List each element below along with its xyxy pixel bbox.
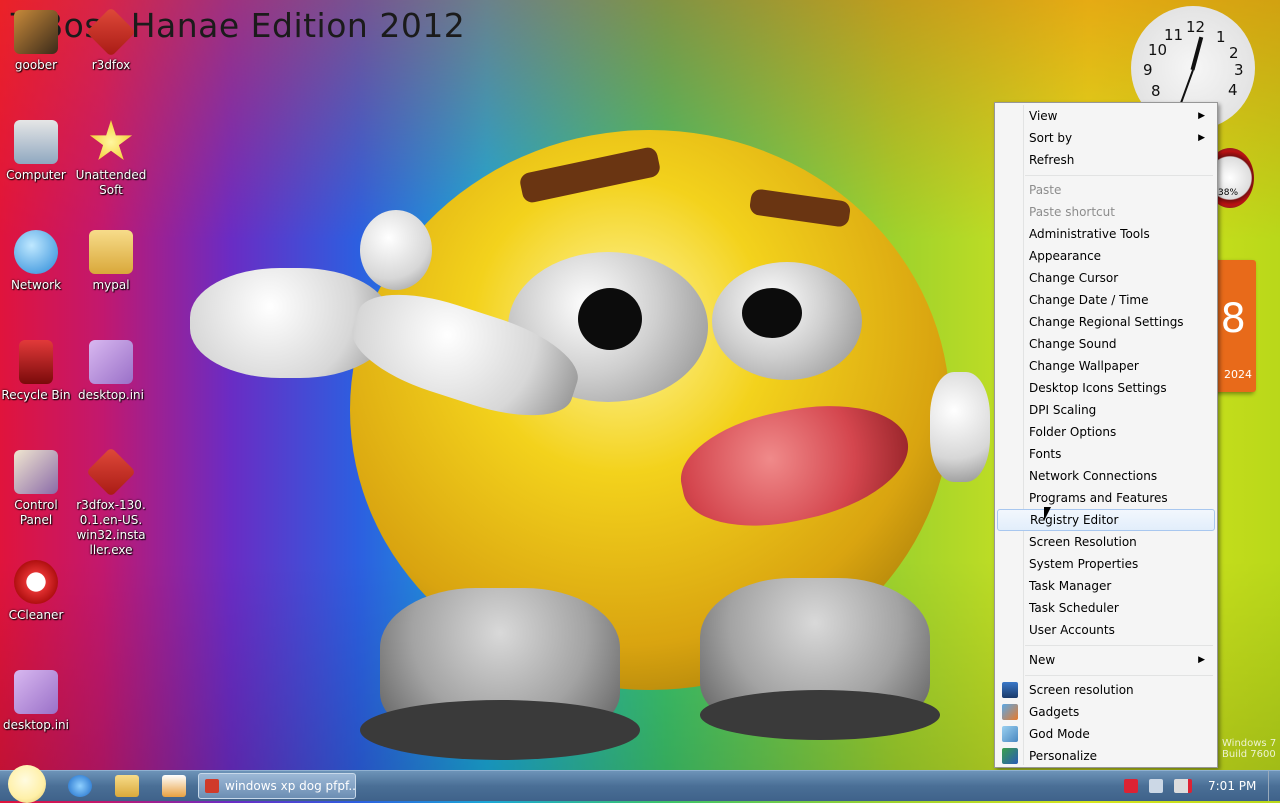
- network-globe-icon: [14, 230, 58, 274]
- control-panel-icon: [1002, 726, 1018, 742]
- submenu-arrow-icon: ▶: [1198, 133, 1205, 143]
- menu-item-sort-by[interactable]: Sort by ▶: [997, 127, 1215, 149]
- menu-item-change-date-time[interactable]: Change Date / Time: [997, 289, 1215, 311]
- taskbar-button-browser[interactable]: windows xp dog pfpf...: [198, 773, 356, 799]
- menu-item-change-wallpaper[interactable]: Change Wallpaper: [997, 355, 1215, 377]
- menu-item-new[interactable]: New ▶: [997, 649, 1215, 671]
- menu-separator: [1025, 645, 1213, 646]
- emoji-right-pupil: [742, 288, 802, 338]
- r3dfox-icon: [205, 779, 219, 793]
- network-status-icon[interactable]: [1149, 779, 1163, 793]
- menu-item-paste-shortcut[interactable]: Paste shortcut: [997, 201, 1215, 223]
- desktop-icon-goober[interactable]: goober: [0, 10, 72, 73]
- explorer-folder-icon[interactable]: [115, 775, 139, 797]
- computer-icon: [14, 120, 58, 164]
- desktop-icon-control-panel[interactable]: Control Panel: [0, 450, 72, 528]
- start-button[interactable]: [8, 765, 46, 803]
- star-icon: [89, 120, 133, 161]
- ccleaner-icon: [14, 560, 58, 604]
- submenu-arrow-icon: ▶: [1198, 655, 1205, 665]
- menu-item-appearance[interactable]: Appearance: [997, 245, 1215, 267]
- folder-icon: [89, 230, 133, 274]
- r3dfox-icon: [86, 7, 136, 57]
- desktop-icon-r3dfox-installer[interactable]: r3dfox-130.0.1.en-US.win32.installer.exe: [75, 447, 147, 558]
- desktop-icon-desktop-ini-2[interactable]: desktop.ini: [0, 670, 72, 733]
- gadgets-icon: [1002, 704, 1018, 720]
- menu-item-programs-and-features[interactable]: Programs and Features: [997, 487, 1215, 509]
- menu-item-task-scheduler[interactable]: Task Scheduler: [997, 597, 1215, 619]
- r3dfox-installer-icon: [86, 447, 136, 497]
- desktop-icon-r3dfox[interactable]: r3dfox: [75, 7, 147, 73]
- internet-explorer-icon[interactable]: [68, 775, 92, 797]
- desktop-icon-unattended-soft[interactable]: Unattended Soft: [75, 120, 147, 198]
- emoji-right-hand: [930, 372, 990, 482]
- desktop-icon-computer[interactable]: Computer: [0, 120, 72, 183]
- action-center-flag-icon[interactable]: [1124, 779, 1138, 793]
- recycle-bin-icon: [19, 340, 53, 384]
- menu-item-administrative-tools[interactable]: Administrative Tools: [997, 223, 1215, 245]
- windows-watermark: Windows 7 Build 7600: [1222, 738, 1277, 760]
- control-panel-icon: [14, 450, 58, 494]
- mouse-cursor-icon: [1044, 507, 1051, 521]
- monitor-icon: [1002, 682, 1018, 698]
- goober-icon: [14, 10, 58, 54]
- menu-item-network-connections[interactable]: Network Connections: [997, 465, 1215, 487]
- menu-item-task-manager[interactable]: Task Manager: [997, 575, 1215, 597]
- menu-item-folder-options[interactable]: Folder Options: [997, 421, 1215, 443]
- emoji-left-sole: [360, 700, 640, 760]
- personalize-icon: [1002, 748, 1018, 764]
- menu-item-view[interactable]: View ▶: [997, 105, 1215, 127]
- submenu-arrow-icon: ▶: [1198, 111, 1205, 121]
- menu-separator: [1025, 175, 1213, 176]
- emoji-glove-finger: [360, 210, 432, 290]
- clock-hour-hand: [1190, 36, 1204, 71]
- menu-item-user-accounts[interactable]: User Accounts: [997, 619, 1215, 641]
- menu-item-personalize[interactable]: Personalize: [997, 745, 1215, 767]
- menu-item-registry-editor[interactable]: Registry Editor: [997, 509, 1215, 531]
- menu-item-system-properties[interactable]: System Properties: [997, 553, 1215, 575]
- desktop-icon-desktop-ini[interactable]: desktop.ini: [75, 340, 147, 403]
- menu-item-screen-resolution[interactable]: Screen Resolution: [997, 531, 1215, 553]
- show-desktop-button[interactable]: [1268, 771, 1280, 801]
- media-player-icon[interactable]: [162, 775, 186, 797]
- menu-item-fonts[interactable]: Fonts: [997, 443, 1215, 465]
- menu-item-change-regional-settings[interactable]: Change Regional Settings: [997, 311, 1215, 333]
- menu-item-dpi-scaling[interactable]: DPI Scaling: [997, 399, 1215, 421]
- menu-item-desktop-icons-settings[interactable]: Desktop Icons Settings: [997, 377, 1215, 399]
- menu-separator: [1025, 675, 1213, 676]
- taskbar: windows xp dog pfpf... 7:01 PM: [0, 765, 1280, 803]
- taskbar-clock[interactable]: 7:01 PM: [1208, 779, 1256, 793]
- menu-item-god-mode[interactable]: God Mode: [997, 723, 1215, 745]
- menu-item-change-sound[interactable]: Change Sound: [997, 333, 1215, 355]
- emoji-left-pupil: [578, 288, 642, 350]
- desktop-icon-network[interactable]: Network: [0, 230, 72, 293]
- desktop-context-menu: View ▶ Sort by ▶ Refresh Paste Paste short…: [994, 102, 1218, 768]
- menu-item-screen-resolution-2[interactable]: Screen resolution: [997, 679, 1215, 701]
- desktop-icon-recycle-bin[interactable]: Recycle Bin: [0, 340, 72, 403]
- desktop-icon-ccleaner[interactable]: CCleaner: [0, 560, 72, 623]
- menu-item-gadgets[interactable]: Gadgets: [997, 701, 1215, 723]
- menu-item-paste[interactable]: Paste: [997, 179, 1215, 201]
- ini-file-icon: [14, 670, 58, 714]
- menu-item-change-cursor[interactable]: Change Cursor: [997, 267, 1215, 289]
- volume-muted-icon[interactable]: [1174, 779, 1192, 793]
- menu-item-refresh[interactable]: Refresh: [997, 149, 1215, 171]
- ini-file-icon: [89, 340, 133, 384]
- desktop-icon-mypal[interactable]: mypal: [75, 230, 147, 293]
- emoji-right-sole: [700, 690, 940, 740]
